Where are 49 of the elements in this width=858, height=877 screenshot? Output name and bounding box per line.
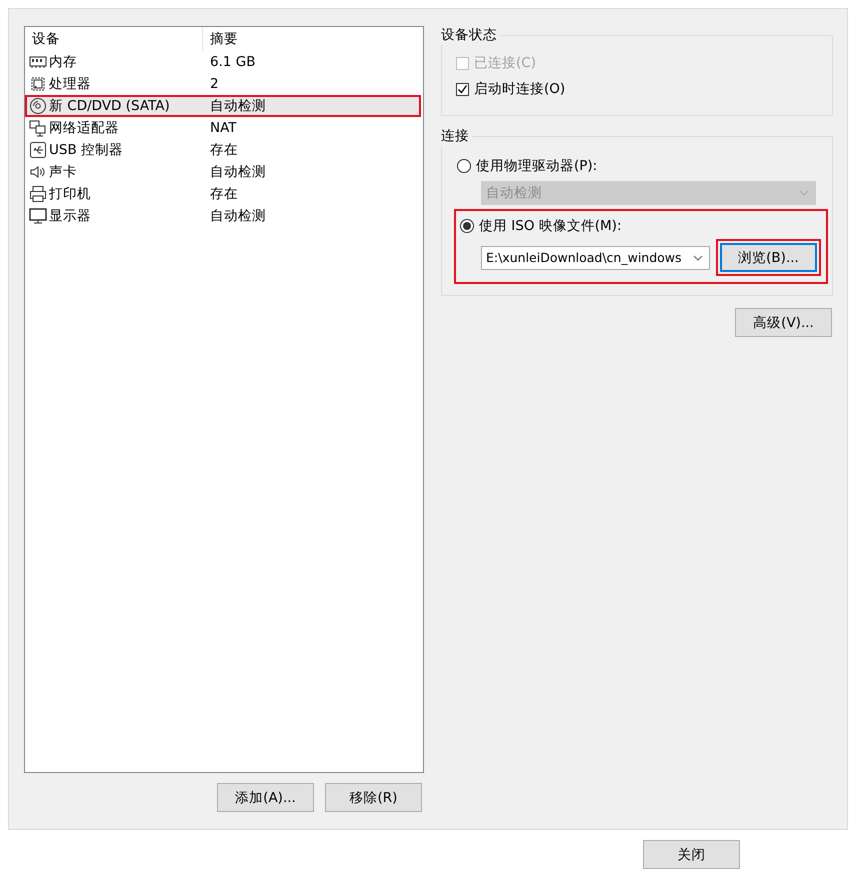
chevron-down-icon [799,190,809,196]
device-row[interactable]: 网络适配器 NAT [25,117,421,139]
radio-button[interactable] [460,219,474,233]
device-row[interactable]: 打印机 存在 [25,183,421,205]
disc-icon [29,97,47,115]
device-row[interactable]: 声卡 自动检测 [25,161,421,183]
device-summary: 2 [209,76,219,92]
close-button[interactable]: 关闭 [643,840,740,869]
device-row[interactable]: 处理器 2 [25,73,421,95]
speaker-icon [29,163,47,181]
list-button[interactable]: 添加(A)... [217,783,314,812]
chevron-down-icon [693,254,703,260]
device-name: 打印机 [49,185,91,203]
device-summary: 6.1 GB [209,54,256,70]
device-summary: 存在 [209,141,238,159]
monitor-icon [29,207,47,225]
device-summary: 自动检测 [209,97,266,115]
group-title: 设备状态 [441,25,500,45]
device-name: 新 CD/DVD (SATA) [49,97,170,115]
device-row[interactable]: 新 CD/DVD (SATA) 自动检测 [25,95,421,117]
checkbox[interactable] [456,82,469,96]
advanced-button[interactable]: 高级(V)... [735,308,832,337]
device-summary: NAT [209,120,237,136]
device-name: 显示器 [49,207,91,225]
device-summary: 自动检测 [209,163,266,181]
usb-icon [29,141,47,159]
device-row[interactable]: 显示器 自动检测 [25,205,421,227]
checkbox-label: 启动时连接(O) [474,80,566,98]
device-name: USB 控制器 [49,141,124,159]
printer-icon [29,185,47,203]
device-summary: 存在 [209,185,238,203]
device-summary: 自动检测 [209,207,266,225]
device-name: 网络适配器 [49,119,119,137]
checkbox-label: 已连接(C) [474,54,536,72]
radio-label: 使用 ISO 映像文件(M): [479,217,622,235]
device-name: 处理器 [49,75,91,93]
chip-icon [29,75,47,93]
device-row[interactable]: 内存 6.1 GB [25,51,421,73]
device-name: 内存 [49,53,77,71]
browse-button[interactable]: 浏览(B)... [720,243,817,272]
iso-path-dropdown[interactable]: E:\xunleiDownload\cn_windows [481,246,710,270]
list-button[interactable]: 移除(R) [325,783,422,812]
column-header[interactable]: 摘要 [203,27,238,51]
column-header[interactable]: 设备 [25,27,203,51]
group-title: 连接 [441,126,472,146]
device-row[interactable]: USB 控制器 存在 [25,139,421,161]
device-name: 声卡 [49,163,77,181]
radio-label: 使用物理驱动器(P): [476,157,598,175]
network-icon [29,119,47,137]
